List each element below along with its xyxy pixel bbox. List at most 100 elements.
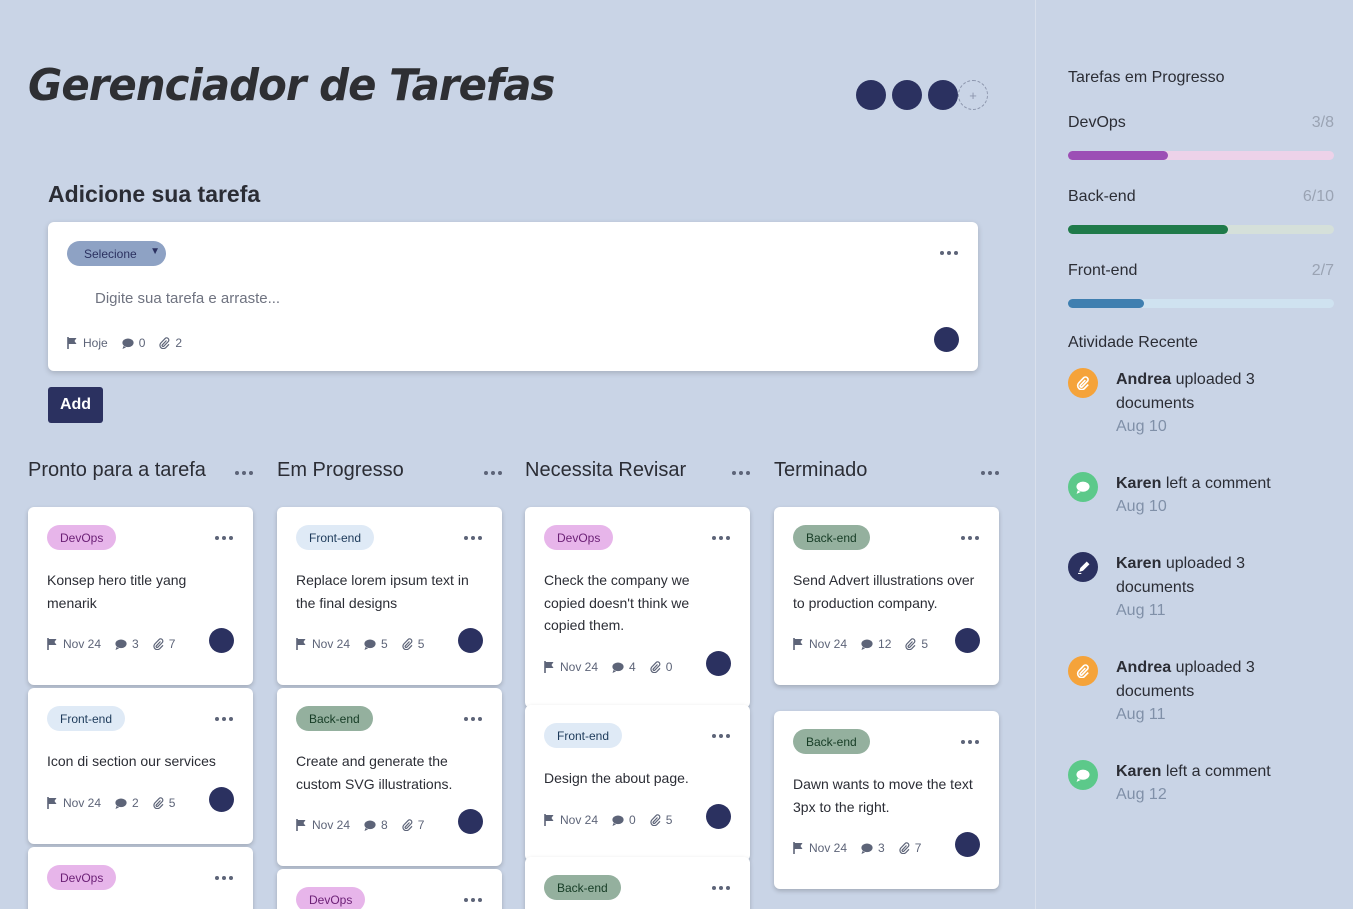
due-date: Nov 24 [47,637,101,651]
avatar[interactable] [934,327,959,352]
column-options-button[interactable] [235,471,253,475]
task-text: Dawn wants to move the text 3px to the r… [793,776,973,815]
avatar[interactable] [856,80,886,110]
activity-text: Karen uploaded 3 documents [1116,552,1326,600]
task-meta: Nov 24 2 5 [47,796,189,810]
task-card[interactable]: Front-end Icon di section our services N… [28,688,253,844]
flag-icon [793,638,803,650]
card-options-button[interactable] [712,886,730,890]
due-date: Nov 24 [544,660,598,674]
avatar[interactable] [955,832,980,857]
avatar[interactable] [209,787,234,812]
task-text: Check the company we copied doesn't thin… [544,572,690,633]
activity-text: Andrea uploaded 3 documents [1116,656,1326,704]
progress-count: 3/8 [1311,114,1334,131]
paperclip-icon [402,819,413,831]
due-date: Nov 24 [544,813,598,827]
task-card[interactable]: DevOps [277,869,502,909]
comment-icon [861,639,873,650]
comment-icon [612,662,624,673]
card-options-button[interactable] [215,717,233,721]
progress-label: DevOps [1068,114,1126,131]
category-select-value: Selecione [84,246,137,261]
column-options-button[interactable] [981,471,999,475]
tag-badge: Back-end [544,875,621,900]
avatar[interactable] [892,80,922,110]
activity-text: Andrea uploaded 3 documents [1116,368,1326,416]
flag-icon [296,638,306,650]
task-meta: Nov 24 3 7 [793,841,935,855]
card-options-button[interactable] [712,536,730,540]
task-card[interactable]: Front-end Replace lorem ipsum text in th… [277,507,502,685]
task-card[interactable]: Back-end Send Advert illustrations over … [774,507,999,685]
column-options-button[interactable] [732,471,750,475]
flag-icon [793,842,803,854]
add-member-button[interactable]: + [958,80,988,110]
avatar[interactable] [458,628,483,653]
paperclip-icon [1068,368,1098,398]
tag-badge: Front-end [544,723,623,748]
avatar[interactable] [955,628,980,653]
task-meta: Nov 24 3 7 [47,637,189,651]
comment-icon [115,639,127,650]
flag-icon [544,661,554,673]
column-header: Terminado [774,459,999,485]
task-text: Send Advert illustrations over to produc… [793,572,975,611]
task-card[interactable]: Back-end Create and generate the custom … [277,688,502,866]
task-card[interactable]: DevOps Check the company we copied doesn… [525,507,750,708]
card-options-button[interactable] [464,898,482,902]
chevron-down-icon: ▼ [150,246,160,257]
tag-badge: Back-end [793,729,870,754]
avatar[interactable] [706,651,731,676]
column-header: Em Progresso [277,459,502,485]
comment-icon [115,798,127,809]
category-select[interactable]: Selecione ▼ [67,241,166,266]
task-card[interactable]: DevOps [28,847,253,909]
avatar[interactable] [928,80,958,110]
due-date: Nov 24 [793,637,847,651]
paperclip-icon [905,638,916,650]
activity-user: Karen [1116,475,1162,492]
activity-date: Aug 10 [1116,498,1167,515]
more-options-button[interactable] [940,251,958,255]
task-text: Icon di section our services [47,753,216,769]
team-avatars: + [856,80,988,110]
task-card[interactable]: Back-end [525,857,750,909]
task-card[interactable]: DevOps Konsep hero title yang menarik No… [28,507,253,685]
card-options-button[interactable] [712,734,730,738]
avatar[interactable] [706,804,731,829]
avatar[interactable] [209,628,234,653]
comment-icon [861,843,873,854]
progress-fill [1068,151,1168,160]
attachment-count: 5 [905,637,928,651]
comment-icon [612,815,624,826]
progress-bar [1068,151,1334,160]
task-text: Konsep hero title yang menarik [47,572,187,611]
attachment-count: 5 [402,637,424,651]
paperclip-icon [153,638,164,650]
card-options-button[interactable] [961,536,979,540]
page-title: Gerenciador de Tarefas [28,60,555,111]
card-options-button[interactable] [464,717,482,721]
task-text: Replace lorem ipsum text in the final de… [296,572,469,611]
pencil-icon [1068,552,1098,582]
main-area: Gerenciador de Tarefas + Adicione sua ta… [0,0,1035,909]
due-date: Nov 24 [47,796,101,810]
task-meta: Nov 24 8 7 [296,818,438,832]
column-title: Em Progresso [277,459,404,481]
task-card[interactable]: Back-end Dawn wants to move the text 3px… [774,711,999,889]
progress-bar [1068,299,1334,308]
paperclip-icon [650,814,661,826]
activity-action: left a comment [1165,763,1271,780]
task-card[interactable]: Front-end Design the about page. Nov 24 … [525,705,750,861]
card-options-button[interactable] [464,536,482,540]
card-options-button[interactable] [961,740,979,744]
card-options-button[interactable] [215,876,233,880]
task-input[interactable] [95,290,695,307]
comment-count: 0 [612,813,636,827]
avatar[interactable] [458,809,483,834]
add-button[interactable]: Add [48,387,103,423]
comment-count: 12 [861,637,891,651]
card-options-button[interactable] [215,536,233,540]
column-options-button[interactable] [484,471,502,475]
